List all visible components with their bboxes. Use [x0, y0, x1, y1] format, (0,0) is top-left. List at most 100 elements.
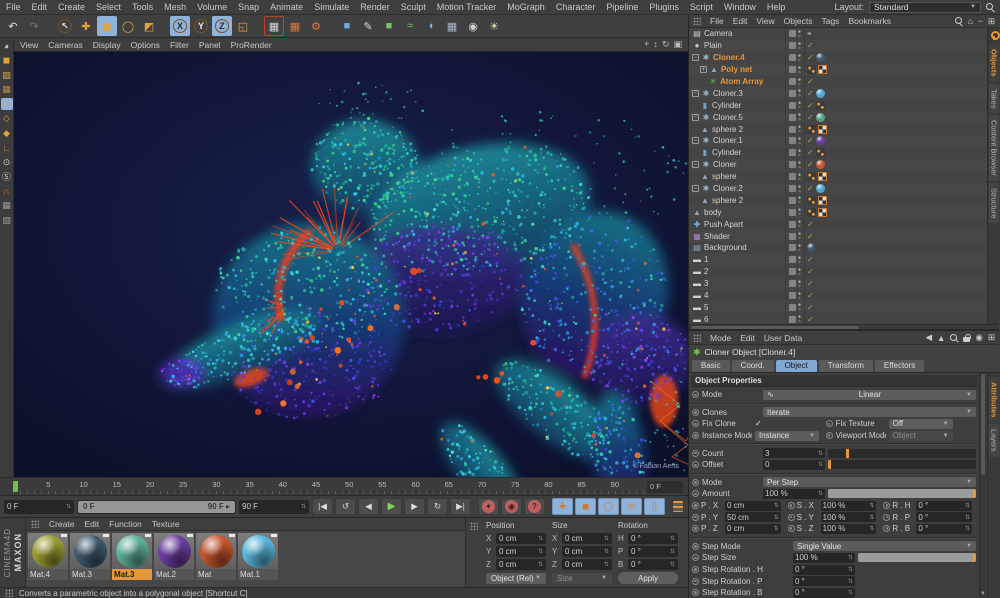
uvw-tag-icon[interactable] — [818, 195, 827, 205]
panel-tab-structure[interactable]: Structure — [988, 182, 999, 224]
visibility-toggles[interactable] — [785, 87, 805, 100]
visibility-dots-icon[interactable] — [798, 220, 801, 229]
visibility-dots-icon[interactable] — [798, 291, 801, 300]
object-row-cylinder-10[interactable]: ▮ Cylinder ✓ — [689, 146, 987, 159]
uvw-tag-icon[interactable] — [818, 172, 827, 182]
play-forward-button[interactable]: ▶ — [381, 498, 402, 515]
uvw-tag-icon[interactable] — [818, 124, 827, 134]
phong-tag-icon[interactable] — [815, 148, 825, 158]
animation-dot-icon[interactable] — [692, 566, 699, 574]
record-rotation-toggle[interactable]: ◯ — [598, 498, 619, 515]
expand-toggle-icon[interactable]: − — [692, 137, 699, 145]
animation-dot-icon[interactable] — [692, 449, 699, 457]
object-row-shader-17[interactable]: ▦ Shader ✓ — [689, 230, 987, 243]
panel-grip-icon[interactable] — [693, 17, 701, 25]
value-field-0-cm[interactable]: 0 cm ⇅ — [725, 523, 781, 534]
object-row-sphere-12[interactable]: ▲ sphere — [689, 170, 987, 183]
value-field-0-cm[interactable]: 0 cm ⇅ — [725, 500, 781, 511]
polygon-mode-button[interactable]: ◆ — [1, 127, 13, 139]
stepper-icon[interactable]: ⇅ — [670, 561, 675, 568]
object-row-background-18[interactable]: ▤ Background — [689, 242, 987, 254]
animation-dot-icon[interactable] — [883, 513, 891, 521]
enabled-check-icon[interactable]: ✓ — [807, 291, 814, 300]
visibility-dots-icon[interactable] — [798, 125, 801, 134]
visibility-toggles[interactable] — [785, 301, 805, 314]
visibility-dots-icon[interactable] — [798, 255, 801, 264]
stepper-icon[interactable]: ⇅ — [538, 548, 543, 555]
visibility-toggles[interactable] — [785, 28, 805, 40]
goto-end-button[interactable]: ▶| — [450, 498, 471, 515]
enabled-check-icon[interactable]: ✓ — [807, 315, 814, 324]
render-settings-button[interactable]: ⚙ — [306, 16, 326, 36]
object-row-atom-array-4[interactable]: ✳ Atom Array ✓ — [689, 75, 987, 88]
object-row-1-19[interactable]: ▬ 1 ✓ — [689, 253, 987, 266]
visibility-toggles[interactable] — [785, 146, 805, 159]
visibility-toggles[interactable] — [785, 277, 805, 290]
stepper-icon[interactable]: ⇅ — [848, 578, 853, 585]
menu-mesh[interactable]: Mesh — [164, 2, 186, 12]
keyframe-selection-button[interactable] — [672, 500, 684, 513]
om-menu-tags[interactable]: Tags — [821, 16, 839, 26]
stepper-icon[interactable]: ⇅ — [538, 535, 543, 542]
value-field-3[interactable]: 3 ⇅ — [763, 448, 825, 459]
value-field-100[interactable]: 100 % ⇅ — [793, 552, 855, 563]
timeline-ruler[interactable]: 051015202530354045505560657075808590 0 F — [0, 477, 688, 495]
stepper-icon[interactable]: ⇅ — [848, 554, 853, 561]
object-row-cylinder-6[interactable]: ▮ Cylinder ✓ — [689, 99, 987, 112]
record-keyframe-button[interactable]: ✦ — [478, 498, 499, 515]
range-start-field[interactable]: 0 F ⇅ — [4, 499, 74, 514]
texture-mode-button[interactable]: ▨ — [1, 69, 13, 81]
add-spline-button[interactable]: ✎ — [358, 16, 378, 36]
material-mat-3-2[interactable]: Mat.3 — [112, 533, 152, 580]
expand-toggle-icon[interactable]: − — [692, 161, 699, 169]
visibility-dots-icon[interactable] — [798, 41, 801, 50]
material-tag-icon[interactable] — [807, 243, 816, 253]
enabled-check-icon[interactable]: ✓ — [807, 267, 814, 276]
object-row-push-apart-16[interactable]: ✚ Push Apart ✓ — [689, 218, 987, 231]
coordinate-field[interactable]: 0 cm ⇅ — [496, 546, 546, 557]
phong-tag-icon[interactable] — [815, 100, 825, 110]
layer-box-icon[interactable] — [789, 101, 796, 109]
om-menu-edit[interactable]: Edit — [733, 16, 748, 26]
layer-box-icon[interactable] — [789, 232, 796, 240]
layer-box-icon[interactable] — [789, 78, 796, 85]
layer-box-icon[interactable] — [789, 280, 796, 288]
checkbox-checked-icon[interactable]: ✓ — [755, 419, 762, 428]
visibility-toggles[interactable] — [785, 182, 805, 195]
stepper-icon[interactable]: ⇅ — [965, 525, 970, 532]
object-row-cloner-3-5[interactable]: − ✱ Cloner.3 ✓ — [689, 87, 987, 100]
visibility-toggles[interactable] — [785, 75, 805, 88]
layer-box-icon[interactable] — [789, 268, 796, 276]
coordinate-mode-dropdown[interactable]: Object (Rel) ▼ — [486, 572, 546, 584]
search-icon[interactable] — [986, 3, 994, 11]
live-selection-tool[interactable]: ↖ — [55, 16, 75, 36]
layer-box-icon[interactable] — [789, 89, 796, 97]
enabled-check-icon[interactable]: ✓ — [807, 101, 814, 110]
visibility-dots-icon[interactable] — [798, 172, 801, 181]
size-mode-dropdown[interactable]: Size ▼ — [552, 572, 612, 584]
value-field-100[interactable]: 100 % ⇅ — [820, 500, 877, 511]
expand-toggle-icon[interactable]: − — [692, 54, 699, 62]
menu-window[interactable]: Window — [724, 2, 756, 12]
animation-dot-icon[interactable] — [692, 478, 699, 486]
scroll-down-icon[interactable]: ▼ — [980, 590, 986, 598]
visibility-dots-icon[interactable] — [798, 267, 801, 276]
menu-mograph[interactable]: MoGraph — [507, 2, 545, 12]
am-up-icon[interactable]: ▲ — [937, 333, 945, 343]
menu-script[interactable]: Script — [690, 2, 713, 12]
previous-frame-button[interactable]: ◀ — [358, 498, 379, 515]
animation-dot-icon[interactable] — [692, 490, 699, 498]
visibility-toggles[interactable] — [785, 170, 805, 183]
enabled-check-icon[interactable]: ✓ — [807, 220, 814, 229]
layer-box-icon[interactable] — [789, 137, 796, 145]
viewport-menu-cameras[interactable]: Cameras — [48, 40, 82, 50]
enabled-check-icon[interactable]: ✓ — [807, 255, 814, 264]
stepper-icon[interactable]: ⇅ — [670, 535, 675, 542]
expand-toggle-icon[interactable]: − — [692, 89, 699, 97]
om-expand-icon[interactable]: ⊞ — [988, 16, 995, 27]
visibility-dots-icon[interactable] — [798, 136, 801, 145]
stepper-icon[interactable]: ⇅ — [538, 561, 543, 568]
layout-dropdown[interactable]: Standard ▼ — [869, 1, 981, 13]
attribute-tab-coord[interactable]: Coord. — [731, 360, 774, 372]
am-new-panel-icon[interactable]: ⊞ — [988, 332, 995, 343]
